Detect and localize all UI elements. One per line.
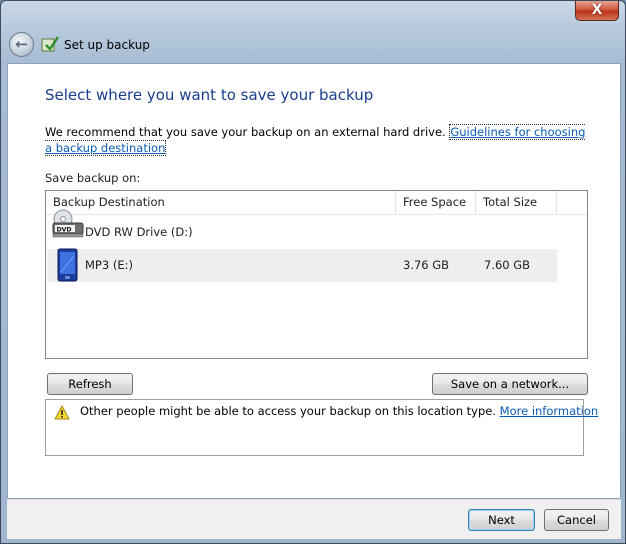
list-item-mp3-drive[interactable]: MP3 (E:) 3.76 GB 7.60 GB bbox=[47, 248, 557, 282]
close-button[interactable]: X bbox=[575, 1, 619, 21]
backup-app-icon bbox=[41, 36, 59, 52]
warning-panel: Other people might be able to access you… bbox=[45, 399, 598, 456]
warning-message: Other people might be able to access you… bbox=[80, 404, 598, 418]
destination-list[interactable]: Backup Destination Free Space Total Size… bbox=[45, 190, 588, 359]
free-space-value: 3.76 GB bbox=[403, 258, 450, 272]
save-backup-on-label: Save backup on: bbox=[45, 171, 141, 185]
backup-dialog-window: X ← Set up backup Select where you want … bbox=[0, 0, 626, 544]
column-header-destination[interactable]: Backup Destination bbox=[46, 191, 396, 214]
list-header: Backup Destination Free Space Total Size bbox=[46, 191, 587, 215]
list-item-dvd-drive[interactable]: DVD DVD RW Drive (D:) bbox=[47, 209, 557, 249]
dialog-footer: Next Cancel bbox=[7, 499, 621, 539]
warning-icon bbox=[54, 405, 70, 420]
window-title: Set up backup bbox=[64, 38, 150, 52]
recommendation-text-block: We recommend that you save your backup o… bbox=[45, 124, 593, 156]
column-header-free-space[interactable]: Free Space bbox=[396, 191, 476, 214]
mp3-player-icon bbox=[57, 248, 78, 282]
destination-name: MP3 (E:) bbox=[85, 258, 133, 272]
total-size-value: 7.60 GB bbox=[484, 258, 531, 272]
svg-text:DVD: DVD bbox=[57, 226, 72, 233]
title-bar: X ← Set up backup bbox=[1, 1, 625, 63]
cancel-button[interactable]: Cancel bbox=[544, 509, 609, 531]
refresh-button[interactable]: Refresh bbox=[47, 373, 133, 395]
save-on-network-button[interactable]: Save on a network... bbox=[432, 373, 588, 395]
back-button[interactable]: ← bbox=[9, 32, 34, 57]
dvd-drive-icon: DVD bbox=[52, 209, 84, 238]
column-header-total-size[interactable]: Total Size bbox=[476, 191, 557, 214]
content-panel: Select where you want to save your backu… bbox=[7, 63, 621, 499]
next-button[interactable]: Next bbox=[468, 509, 535, 531]
more-information-link[interactable]: More information bbox=[500, 404, 599, 418]
recommendation-text: We recommend that you save your backup o… bbox=[45, 125, 446, 139]
page-heading: Select where you want to save your backu… bbox=[45, 86, 374, 104]
destination-name: DVD RW Drive (D:) bbox=[85, 225, 193, 239]
warning-text: Other people might be able to access you… bbox=[80, 404, 496, 418]
